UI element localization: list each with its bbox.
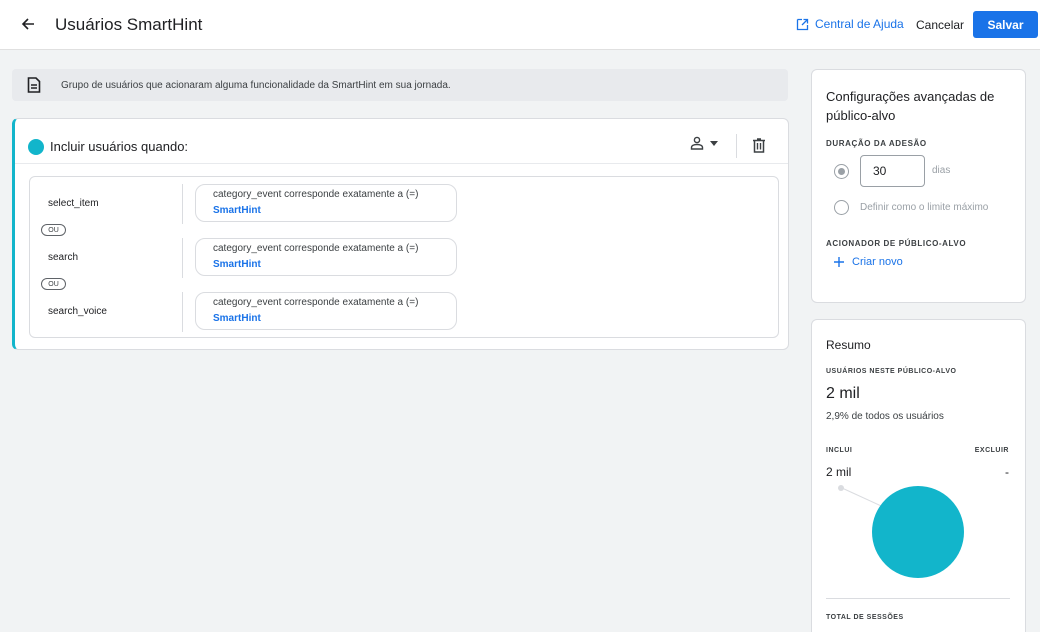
condition-text: category_event corresponde exatamente a …	[213, 297, 419, 308]
excludes-label: EXCLUIR	[974, 447, 1009, 454]
excludes-value: -	[1005, 465, 1009, 479]
back-arrow-icon[interactable]	[18, 14, 38, 34]
summary-card: Resumo USUÁRIOS NESTE PÚBLICO-ALVO 2 mil…	[811, 319, 1026, 632]
description-text: Grupo de usuários que acionaram alguma f…	[61, 79, 451, 91]
condition-rows: select_item category_event corresponde e…	[29, 176, 779, 338]
condition-row[interactable]: search category_event corresponde exatam…	[30, 231, 778, 285]
document-icon	[27, 77, 41, 93]
condition-text: category_event corresponde exatamente a …	[213, 189, 419, 200]
parameter-condition-chip[interactable]: category_event corresponde exatamente a …	[195, 292, 457, 330]
condition-color-dot	[28, 139, 44, 155]
condition-title: Incluir usuários quando:	[50, 139, 189, 154]
includes-value: 2 mil	[826, 465, 852, 479]
condition-value: SmartHint	[213, 205, 261, 216]
duration-input[interactable]	[860, 155, 925, 187]
total-sessions-label: TOTAL DE SESSÕES	[826, 614, 904, 621]
event-name: search	[48, 252, 79, 263]
help-center-label: Central de Ajuda	[815, 17, 904, 31]
page-title: Usuários SmartHint	[55, 15, 203, 34]
summary-divider	[826, 598, 1010, 599]
include-condition-card: Incluir usuários quando: select_item cat…	[12, 118, 789, 350]
pie-included-slice	[872, 486, 964, 578]
duration-radio[interactable]	[834, 164, 849, 179]
includes-label: INCLUI	[826, 447, 853, 454]
max-limit-label: Definir como o limite máximo	[860, 202, 989, 213]
save-button[interactable]: Salvar	[973, 11, 1038, 38]
scope-dropdown[interactable]	[690, 136, 718, 150]
audience-pie-chart	[838, 485, 964, 578]
event-name: search_voice	[48, 306, 107, 317]
plus-icon	[834, 257, 844, 267]
condition-row[interactable]: search_voice category_event corresponde …	[30, 285, 778, 339]
create-new-trigger-button[interactable]: Criar novo	[834, 256, 903, 268]
cancel-button[interactable]: Cancelar	[909, 11, 971, 38]
membership-duration-label: DURAÇÃO DA ADESÃO	[826, 139, 927, 148]
open-in-new-icon	[796, 18, 809, 30]
condition-text: category_event corresponde exatamente a …	[213, 243, 419, 254]
condition-value: SmartHint	[213, 259, 261, 270]
advanced-config-card: Configurações avançadas de público-alvo …	[811, 69, 1026, 303]
audience-trigger-label: ACIONADOR DE PÚBLICO-ALVO	[826, 239, 967, 248]
person-icon	[690, 136, 704, 150]
trash-icon[interactable]	[752, 138, 766, 153]
or-badge: OU	[41, 278, 66, 290]
duration-unit: dias	[932, 165, 951, 176]
users-count: 2 mil	[826, 385, 860, 402]
help-center-link[interactable]: Central de Ajuda	[796, 17, 904, 31]
users-in-audience-label: USUÁRIOS NESTE PÚBLICO-ALVO	[826, 368, 957, 375]
config-title: Configurações avançadas de público-alvo	[826, 89, 995, 123]
row-divider	[182, 184, 183, 224]
pie-excluded-dot	[838, 485, 844, 491]
parameter-condition-chip[interactable]: category_event corresponde exatamente a …	[195, 184, 457, 222]
row-divider	[182, 292, 183, 332]
description-bar: Grupo de usuários que acionaram alguma f…	[12, 69, 788, 101]
event-name: select_item	[48, 198, 99, 209]
or-badge: OU	[41, 224, 66, 236]
row-divider	[182, 238, 183, 278]
top-bar: Usuários SmartHint Central de Ajuda Canc…	[0, 0, 1040, 50]
max-limit-radio[interactable]	[834, 200, 849, 215]
create-new-label: Criar novo	[852, 256, 903, 268]
condition-header: Incluir usuários quando:	[15, 119, 788, 164]
header-divider	[736, 134, 737, 158]
summary-title: Resumo	[826, 338, 871, 352]
condition-value: SmartHint	[213, 313, 261, 324]
parameter-condition-chip[interactable]: category_event corresponde exatamente a …	[195, 238, 457, 276]
caret-down-icon	[710, 140, 718, 146]
users-percentage: 2,9% de todos os usuários	[826, 411, 944, 422]
condition-row[interactable]: select_item category_event corresponde e…	[30, 177, 778, 231]
